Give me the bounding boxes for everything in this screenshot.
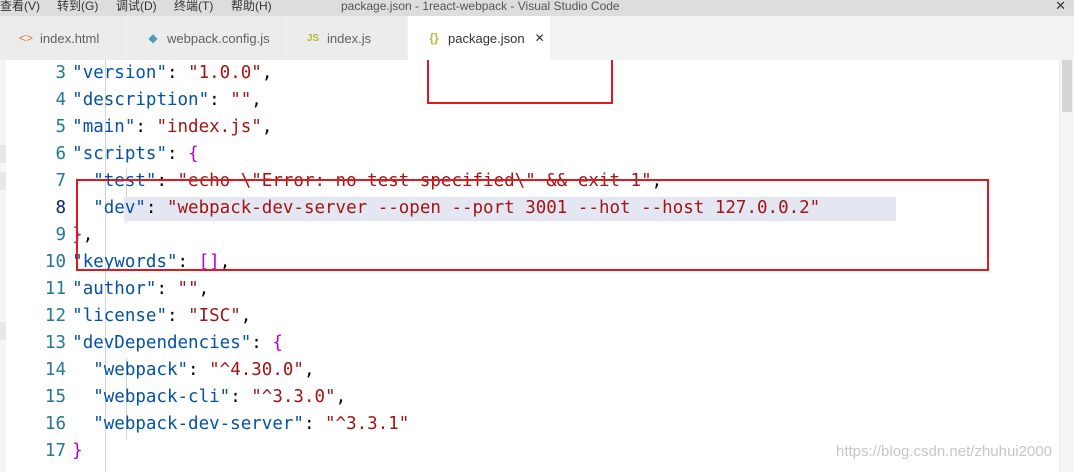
tab-label: index.html <box>40 30 100 46</box>
code-text: "description": "", <box>72 90 262 110</box>
window-title: package.json - 1react-webpack - Visual S… <box>341 0 620 13</box>
menu-terminal[interactable]: 终端(T) <box>174 0 213 14</box>
code-text: "devDependencies": { <box>72 333 283 353</box>
code-line[interactable]: 15 "webpack-cli": "^3.3.0", <box>0 384 1074 411</box>
code-text: "author": "", <box>72 279 210 299</box>
menu-help[interactable]: 帮助(H) <box>231 0 272 14</box>
code-line[interactable]: 5 "main": "index.js", <box>0 114 1074 141</box>
code-text: } <box>72 441 83 461</box>
close-icon[interactable]: ✕ <box>535 31 545 45</box>
annotation-box-scripts <box>76 179 989 271</box>
tab-label: package.json <box>448 30 525 46</box>
scrollbar-thumb[interactable] <box>1062 60 1072 112</box>
json-file-icon: {} <box>429 31 439 45</box>
tab-webpack-config[interactable]: ◆ webpack.config.js <box>127 16 287 60</box>
javascript-file-icon: JS <box>306 32 320 44</box>
tab-label: webpack.config.js <box>167 30 270 46</box>
html-file-icon: <> <box>18 31 33 45</box>
code-line[interactable]: 6 "scripts": { <box>0 141 1074 168</box>
editor-tab-bar: <> index.html ◆ webpack.config.js JS ind… <box>0 16 1074 60</box>
tab-index-js[interactable]: JS index.js <box>287 16 408 60</box>
watermark: https://blog.csdn.net/zhuhui2000 <box>836 443 1052 460</box>
menu-bar: 查看(V) 转到(G) 调试(D) 终端(T) 帮助(H) package.js… <box>0 0 1074 16</box>
webpack-icon: ◆ <box>148 31 158 45</box>
code-editor[interactable]: 3 "version": "1.0.0", 4 "description": ""… <box>0 60 1074 472</box>
code-line[interactable]: 13 "devDependencies": { <box>0 330 1074 357</box>
code-text: "version": "1.0.0", <box>72 63 273 83</box>
vertical-scrollbar[interactable] <box>1059 60 1074 472</box>
code-text: "webpack-cli": "^3.3.0", <box>93 387 347 407</box>
code-text: "webpack-dev-server": "^3.3.1" <box>93 414 410 434</box>
tab-label: index.js <box>327 30 372 46</box>
code-line[interactable]: 12 "license": "ISC", <box>0 303 1074 330</box>
code-text: "main": "index.js", <box>72 117 273 137</box>
menu-debug[interactable]: 调试(D) <box>116 0 157 14</box>
annotation-box-tab <box>427 60 613 104</box>
code-line[interactable]: 16 "webpack-dev-server": "^3.3.1" <box>0 411 1074 438</box>
menu-goto[interactable]: 转到(G) <box>57 0 98 14</box>
code-line[interactable]: 14 "webpack": "^4.30.0", <box>0 357 1074 384</box>
code-line[interactable]: 11 "author": "", <box>0 276 1074 303</box>
tab-package-json[interactable]: {} package.json ✕ <box>408 16 551 60</box>
window-close-icon[interactable]: ✕ <box>1055 0 1066 14</box>
code-text: "webpack": "^4.30.0", <box>93 360 315 380</box>
tab-index-html[interactable]: <> index.html <box>0 16 127 60</box>
code-text: "license": "ISC", <box>72 306 252 326</box>
code-text: "scripts": { <box>72 144 199 164</box>
menu-view[interactable]: 查看(V) <box>0 0 40 14</box>
